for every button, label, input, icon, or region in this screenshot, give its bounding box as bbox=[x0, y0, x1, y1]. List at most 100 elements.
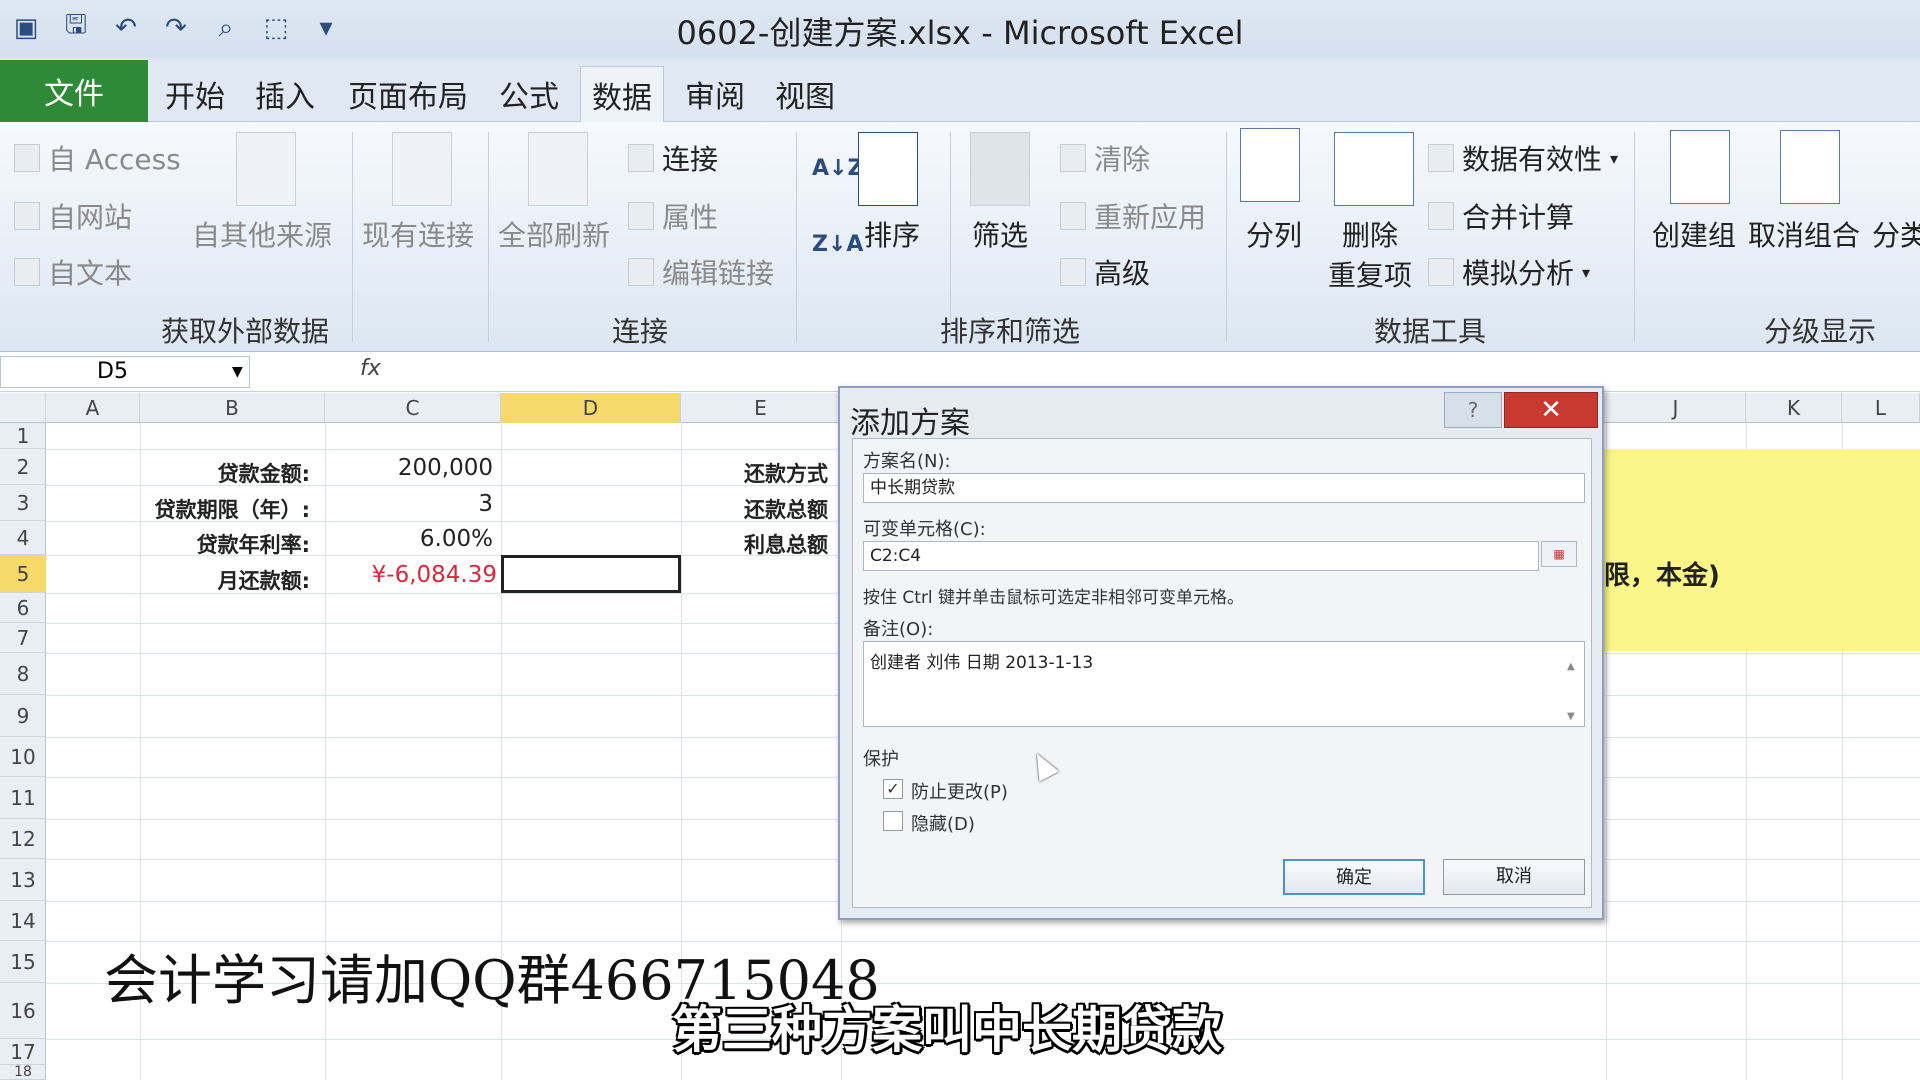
subtotal-button[interactable]: 分类 bbox=[1872, 214, 1920, 254]
row-header[interactable]: 4 bbox=[0, 521, 46, 555]
column-header-d[interactable]: D bbox=[501, 393, 681, 423]
tab-formulas[interactable]: 公式 bbox=[494, 66, 564, 122]
prevent-changes-label[interactable]: 防止更改(P) bbox=[911, 778, 1008, 804]
reapply-button[interactable]: 重新应用 bbox=[1060, 196, 1206, 236]
remove-duplicates-button-line1[interactable]: 删除 bbox=[1342, 214, 1398, 254]
cell-c4[interactable]: 6.00% bbox=[325, 526, 493, 552]
prevent-changes-checkbox[interactable]: ✓ bbox=[883, 779, 903, 799]
properties-button[interactable]: 属性 bbox=[628, 196, 718, 236]
row-header[interactable]: 18 bbox=[0, 1065, 46, 1080]
close-button[interactable]: ✕ bbox=[1504, 392, 1598, 428]
row-header[interactable]: 1 bbox=[0, 423, 46, 449]
active-cell-d5[interactable] bbox=[501, 555, 681, 593]
range-selector-icon[interactable]: ▦ bbox=[1541, 541, 1577, 567]
tab-view[interactable]: 视图 bbox=[770, 66, 840, 122]
from-other-sources-button[interactable]: 自其他来源 bbox=[192, 214, 332, 254]
cell-c5[interactable]: ¥-6,084.39 bbox=[325, 562, 497, 588]
tab-file[interactable]: 文件 bbox=[0, 60, 148, 122]
comment-textarea[interactable]: 创建者 刘伟 日期 2013-1-13 bbox=[863, 641, 1585, 727]
edit-links-button[interactable]: 编辑链接 bbox=[628, 252, 774, 292]
column-header-k[interactable]: K bbox=[1746, 393, 1842, 423]
cell-b4[interactable]: 贷款年利率: bbox=[140, 529, 310, 559]
name-box[interactable]: D5 bbox=[0, 356, 250, 388]
clear-filter-label: 清除 bbox=[1094, 143, 1151, 176]
cell-c3[interactable]: 3 bbox=[325, 491, 493, 517]
row-header[interactable]: 14 bbox=[0, 901, 46, 941]
row-header[interactable]: 9 bbox=[0, 695, 46, 737]
column-header-b[interactable]: B bbox=[140, 393, 325, 423]
consolidate-button[interactable]: 合并计算 bbox=[1428, 196, 1574, 236]
from-text-button[interactable]: 自文本 bbox=[14, 252, 132, 292]
cell-c2[interactable]: 200,000 bbox=[325, 455, 493, 481]
cell-b2[interactable]: 贷款金额: bbox=[140, 458, 310, 488]
row-header[interactable]: 16 bbox=[0, 983, 46, 1039]
ungroup-button[interactable]: 取消组合 bbox=[1748, 214, 1860, 254]
row-header[interactable]: 10 bbox=[0, 737, 46, 777]
row-header[interactable]: 8 bbox=[0, 653, 46, 695]
sort-ascending-icon[interactable]: A↓Z bbox=[812, 156, 863, 181]
advanced-filter-button[interactable]: 高级 bbox=[1060, 252, 1150, 292]
group-button[interactable]: 创建组 bbox=[1652, 214, 1736, 254]
data-validation-button[interactable]: 数据有效性 ▾ bbox=[1428, 138, 1618, 178]
cell-e3[interactable]: 还款总额 bbox=[744, 494, 828, 524]
tab-home[interactable]: 开始 bbox=[160, 66, 230, 122]
row-header[interactable]: 3 bbox=[0, 485, 46, 521]
what-if-analysis-button[interactable]: 模拟分析 ▾ bbox=[1428, 252, 1590, 292]
clear-filter-button[interactable]: 清除 bbox=[1060, 138, 1150, 178]
group-label-outline: 分级显示 bbox=[1763, 315, 1876, 348]
row-header[interactable]: 6 bbox=[0, 593, 46, 623]
cell-j5[interactable]: 限，本金) bbox=[1604, 555, 1720, 592]
row-header[interactable]: 11 bbox=[0, 777, 46, 819]
hide-checkbox[interactable] bbox=[883, 811, 903, 831]
select-all-corner[interactable] bbox=[0, 393, 46, 423]
existing-connections-button[interactable]: 现有连接 bbox=[362, 214, 474, 254]
row-header[interactable]: 13 bbox=[0, 859, 46, 901]
scroll-up-icon[interactable]: ▲ bbox=[1567, 661, 1575, 672]
ribbon-separator bbox=[488, 132, 489, 342]
tab-review[interactable]: 审阅 bbox=[680, 66, 750, 122]
row-header[interactable]: 7 bbox=[0, 623, 46, 653]
tab-insert[interactable]: 插入 bbox=[250, 66, 320, 122]
cancel-button[interactable]: 取消 bbox=[1443, 859, 1585, 895]
row-header[interactable]: 2 bbox=[0, 449, 46, 485]
sort-descending-icon[interactable]: Z↓A bbox=[812, 232, 863, 257]
group-label-connections: 连接 bbox=[611, 315, 668, 348]
connections-icon bbox=[628, 144, 654, 172]
tab-data[interactable]: 数据 bbox=[580, 66, 664, 122]
insert-function-icon[interactable]: fx bbox=[360, 356, 381, 381]
chevron-down-icon[interactable]: ▼ bbox=[232, 364, 243, 380]
connections-button[interactable]: 连接 bbox=[628, 138, 718, 178]
remove-duplicates-button-line2[interactable]: 重复项 bbox=[1328, 254, 1412, 294]
column-header-c[interactable]: C bbox=[325, 393, 501, 423]
refresh-all-button[interactable]: 全部刷新 bbox=[498, 214, 610, 254]
protection-label: 保护 bbox=[863, 749, 899, 770]
cell-b3[interactable]: 贷款期限（年）: bbox=[140, 494, 310, 524]
hide-label[interactable]: 隐藏(D) bbox=[911, 810, 975, 836]
cell-e4[interactable]: 利息总额 bbox=[744, 529, 828, 559]
column-header-a[interactable]: A bbox=[46, 393, 140, 423]
help-button[interactable]: ? bbox=[1444, 392, 1502, 428]
add-scenario-dialog: 添加方案 ? ✕ 方案名(N): 中长期贷款 可变单元格(C): C2:C4 ▦… bbox=[838, 386, 1604, 920]
text-to-columns-button[interactable]: 分列 bbox=[1246, 214, 1302, 254]
tab-page-layout[interactable]: 页面布局 bbox=[344, 66, 472, 122]
filter-button[interactable]: 筛选 bbox=[972, 214, 1028, 254]
row-header[interactable]: 17 bbox=[0, 1039, 46, 1065]
column-header-l[interactable]: L bbox=[1842, 393, 1920, 423]
ribbon: 自 Access 自网站 自文本 自其他来源 现有连接 获取外部数据 全部刷新 … bbox=[0, 122, 1920, 352]
ok-button[interactable]: 确定 bbox=[1283, 859, 1425, 895]
row-header[interactable]: 15 bbox=[0, 941, 46, 983]
column-header-e[interactable]: E bbox=[681, 393, 841, 423]
row-header[interactable]: 12 bbox=[0, 819, 46, 859]
reapply-icon bbox=[1060, 202, 1086, 230]
refresh-all-icon bbox=[528, 132, 588, 206]
sort-button[interactable]: 排序 bbox=[864, 214, 920, 254]
changing-cells-input[interactable]: C2:C4 bbox=[863, 541, 1539, 571]
cell-e2[interactable]: 还款方式 bbox=[744, 458, 828, 488]
column-header-j[interactable]: J bbox=[1606, 393, 1746, 423]
cell-b5[interactable]: 月还款额: bbox=[140, 565, 310, 595]
scroll-down-icon[interactable]: ▼ bbox=[1567, 711, 1575, 722]
from-access-button[interactable]: 自 Access bbox=[14, 138, 181, 178]
from-web-button[interactable]: 自网站 bbox=[14, 196, 132, 236]
row-header[interactable]: 5 bbox=[0, 555, 46, 593]
scenario-name-input[interactable]: 中长期贷款 bbox=[863, 473, 1585, 503]
